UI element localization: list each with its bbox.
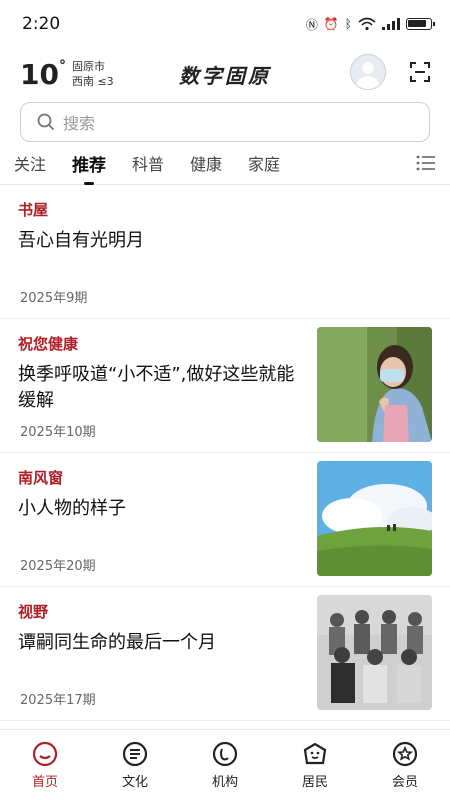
- resident-icon: [303, 742, 327, 764]
- nav-culture-label: 文化: [121, 774, 148, 790]
- tab-science[interactable]: 科普: [132, 151, 164, 175]
- article-card[interactable]: 视野 谭嗣同生命的最后一个月 2025年17期: [0, 587, 450, 721]
- battery-icon: [406, 18, 435, 30]
- search-placeholder: 搜索: [63, 114, 96, 133]
- tab-family[interactable]: 家庭: [248, 151, 280, 175]
- status-icons: Ⓝ ⏰ ᛒ: [305, 16, 435, 33]
- status-bar: 2:20 Ⓝ ⏰ ᛒ: [0, 0, 450, 48]
- signal-icon: [382, 18, 400, 30]
- article-card[interactable]: 祝您健康 换季呼吸道“小不适”,做好这些就能缓解 2025年10期: [0, 319, 450, 453]
- nav-home[interactable]: 首页: [0, 730, 90, 800]
- search-icon: [37, 113, 55, 131]
- scan-icon[interactable]: [410, 62, 430, 82]
- article-issue: 2025年9期: [20, 291, 88, 306]
- channel-menu-icon[interactable]: [416, 155, 436, 171]
- app-header: 10° 固原市 西南 ≤3 数字固原: [0, 48, 450, 100]
- article-title: 换季呼吸道“小不适”,做好这些就能缓解: [18, 364, 295, 411]
- avatar[interactable]: [350, 54, 386, 90]
- nav-institution[interactable]: 机构: [180, 730, 270, 800]
- search-input[interactable]: 搜索: [20, 102, 430, 142]
- nav-member-label: 会员: [391, 774, 418, 790]
- article-feed: 书屋 吾心自有光明月 2025年9期 祝您健康 换季呼吸道“小不适”,做好这些就…: [0, 185, 450, 721]
- weather-temperature[interactable]: 10°: [20, 58, 66, 91]
- article-issue: 2025年17期: [20, 693, 96, 708]
- nfc-icon: Ⓝ: [305, 17, 318, 32]
- article-thumbnail: [317, 461, 432, 576]
- app-title: 数字固原: [179, 63, 271, 88]
- member-icon: [392, 741, 418, 766]
- article-title: 小人物的样子: [18, 498, 126, 519]
- culture-icon: [122, 741, 148, 766]
- alarm-icon: ⏰: [323, 17, 339, 31]
- bluetooth-icon: ᛒ: [344, 17, 352, 31]
- nav-member[interactable]: 会员: [360, 730, 450, 800]
- article-title: 谭嗣同生命的最后一个月: [18, 632, 216, 653]
- category-tabs: 关注 推荐 科普 健康 家庭: [0, 142, 450, 185]
- weather-location[interactable]: 固原市 西南 ≤3: [72, 59, 114, 89]
- city-label: 固原市: [71, 60, 105, 73]
- tab-health[interactable]: 健康: [190, 151, 222, 175]
- wifi-icon: [358, 17, 376, 31]
- institution-icon: [212, 741, 238, 766]
- bottom-navigation: 首页 文化 机构 居民 会员: [0, 729, 450, 800]
- article-issue: 2025年10期: [20, 425, 96, 440]
- article-source: 书屋: [18, 201, 49, 219]
- tab-follow[interactable]: 关注: [14, 151, 46, 175]
- nav-resident[interactable]: 居民: [270, 730, 360, 800]
- article-issue: 2025年20期: [20, 559, 96, 574]
- status-time: 2:20: [22, 14, 61, 34]
- article-card[interactable]: 南风窗 小人物的样子 2025年20期: [0, 453, 450, 587]
- article-card[interactable]: 书屋 吾心自有光明月 2025年9期: [0, 185, 450, 319]
- nav-home-label: 首页: [31, 774, 58, 790]
- article-title: 吾心自有光明月: [18, 230, 144, 251]
- home-icon: [32, 741, 58, 766]
- nav-culture[interactable]: 文化: [90, 730, 180, 800]
- nav-resident-label: 居民: [301, 774, 328, 790]
- nav-institution-label: 机构: [211, 774, 238, 790]
- article-thumbnail: [317, 595, 432, 710]
- wind-label: 西南 ≤3: [71, 75, 114, 88]
- tab-recommend[interactable]: 推荐: [72, 151, 106, 176]
- article-thumbnail: [317, 327, 432, 442]
